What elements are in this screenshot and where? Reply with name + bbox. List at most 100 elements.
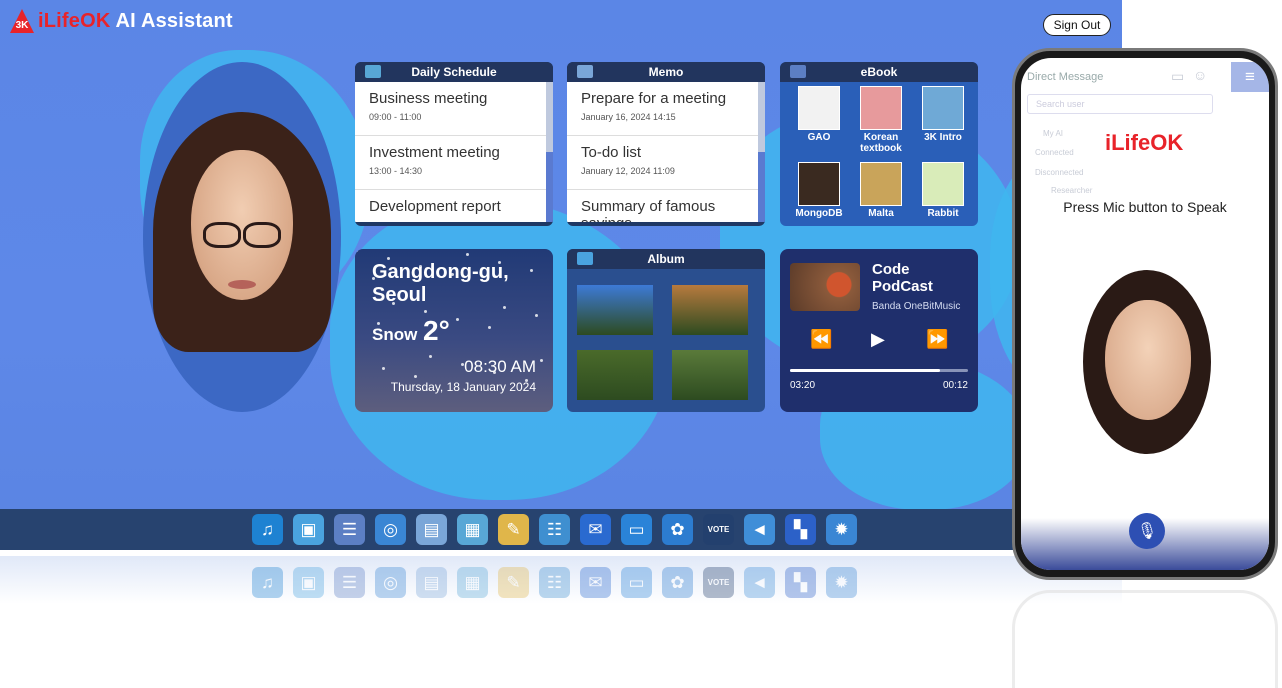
panel-title: Daily Schedule [411,65,497,79]
menu-icon[interactable]: ≡ [1231,62,1269,92]
list-item[interactable]: Business meeting 09:00 - 11:00 [355,82,547,136]
memo-icon: ▤ [416,567,447,598]
megaphone-icon[interactable]: ◄ [744,514,775,545]
openai-icon[interactable]: ✿ [662,514,693,545]
desktop: 3K iLifeOK AI Assistant Sign Out Daily S… [0,0,1122,550]
panel-title: Memo [648,65,684,79]
time-end: 00:12 [942,380,968,391]
connected-group[interactable]: Connected [1035,148,1074,157]
logo-mark-icon: 3K [10,9,34,33]
speak-prompt: Press Mic button to Speak [1063,199,1227,215]
ebook-item[interactable]: Rabbit [912,162,974,219]
ebook-icon[interactable]: ☰ [334,514,365,545]
book-cover [860,162,902,206]
ebook-icon [790,65,806,78]
previous-icon[interactable]: ⏪ [810,329,832,350]
list-item[interactable]: Prepare for a meeting January 16, 2024 1… [567,82,759,136]
researcher-item[interactable]: Researcher [1051,186,1092,195]
weather-widget[interactable]: Gangdong-gu, Seoul Snow 2° 08:30 AM Thur… [355,249,553,412]
add-user-icon[interactable]: ☺ [1193,67,1207,83]
app-title: iLifeOK AI Assistant [38,9,233,32]
vote-icon: VOTE [703,567,734,598]
track-artist: Banda OneBitMusic [872,301,961,312]
book-title: MongoDB [795,208,843,219]
scrollbar[interactable] [546,82,553,222]
mic-button[interactable]: 🎙 [1129,513,1165,549]
ai-avatar[interactable] [143,62,341,412]
phone-brand: iLifeOK [1105,130,1184,155]
ebook-item[interactable]: Malta [850,162,912,219]
book-title: Korean textbook [860,132,902,154]
mic-icon: 🎙 [1136,523,1158,540]
gallery-icon [577,252,593,265]
panel-title: Album [647,252,685,266]
search-input[interactable]: Search user [1027,94,1213,114]
settings-icon[interactable]: ✹ [826,514,857,545]
book-title: Malta [868,208,894,219]
track-title: Code PodCast [872,261,933,295]
ebook-item[interactable]: 3K Intro [912,86,974,154]
contacts-icon: ☷ [539,567,570,598]
book-cover [798,162,840,206]
calendar-icon: ▦ [457,567,488,598]
my-ai-item[interactable]: My AI [1043,129,1063,138]
chat-icon[interactable]: ▭ [621,514,652,545]
megaphone-icon: ◄ [744,567,775,598]
gallery-icon[interactable]: ▣ [293,514,324,545]
sign-out-button[interactable]: Sign Out [1043,14,1111,36]
ebook-item[interactable]: MongoDB [788,162,850,219]
book-title: GAO [807,132,831,143]
glasses-icon [203,222,241,248]
phone-frame: Direct Message ▭ ☺ ≡ Search user My AI C… [1012,48,1278,580]
scrollbar[interactable] [758,82,765,222]
chat-icon: ▭ [621,567,652,598]
schedule-panel: Daily Schedule Business meeting 09:00 - … [355,62,553,226]
contacts-icon[interactable]: ☷ [539,514,570,545]
music-icon[interactable]: ♫ [252,514,283,545]
list-item[interactable]: To-do list January 12, 2024 11:09 [567,136,759,190]
globe-icon: ◎ [375,567,406,598]
globe-icon[interactable]: ◎ [375,514,406,545]
progress-bar[interactable] [790,369,968,372]
settings-icon: ✹ [826,567,857,598]
notes-icon: ✎ [498,567,529,598]
vote-icon[interactable]: VOTE [703,514,734,545]
memo-icon[interactable]: ▤ [416,514,447,545]
memo-icon [577,65,593,78]
phone-avatar[interactable] [1083,270,1211,454]
ebook-icon: ☰ [334,567,365,598]
photo-vine[interactable] [577,350,653,400]
apps-icon[interactable]: ▚ [785,514,816,545]
apps-icon: ▚ [785,567,816,598]
book-cover [922,86,964,130]
album-art [790,263,860,311]
mail-icon[interactable]: ✉ [580,514,611,545]
ebook-item[interactable]: Korean textbook [850,86,912,154]
play-icon[interactable]: ▶ [871,329,885,350]
ebook-panel: eBook GAO Korean textbook 3K Intro MongoDB M… [780,62,978,226]
app-logo: 3K iLifeOK AI Assistant [10,9,233,33]
disconnected-group[interactable]: Disconnected [1035,168,1083,177]
clock-date: Thursday, 18 January 2024 [390,380,536,394]
photo-sky[interactable] [577,285,653,335]
ebook-item[interactable]: GAO [788,86,850,154]
photo-vineyard[interactable] [672,350,748,400]
list-item[interactable]: Summary of famous sayings [567,190,759,222]
music-player: Code PodCast Banda OneBitMusic ⏪ ▶ ⏩ 03:… [780,249,978,412]
notes-icon[interactable]: ✎ [498,514,529,545]
new-chat-icon[interactable]: ▭ [1171,68,1184,85]
list-item[interactable]: Development report [355,190,547,222]
album-panel: Album [567,249,765,412]
next-icon[interactable]: ⏩ [926,329,948,350]
calendar-icon[interactable]: ▦ [457,514,488,545]
book-title: 3K Intro [924,132,962,143]
panel-title: eBook [860,65,898,79]
gallery-icon: ▣ [293,567,324,598]
calendar-icon [365,65,381,78]
music-icon: ♫ [252,567,283,598]
list-item[interactable]: Investment meeting 13:00 - 14:30 [355,136,547,190]
mail-icon: ✉ [580,567,611,598]
book-cover [798,86,840,130]
photo-dog[interactable] [672,285,748,335]
weather-condition: Snow [372,325,418,344]
